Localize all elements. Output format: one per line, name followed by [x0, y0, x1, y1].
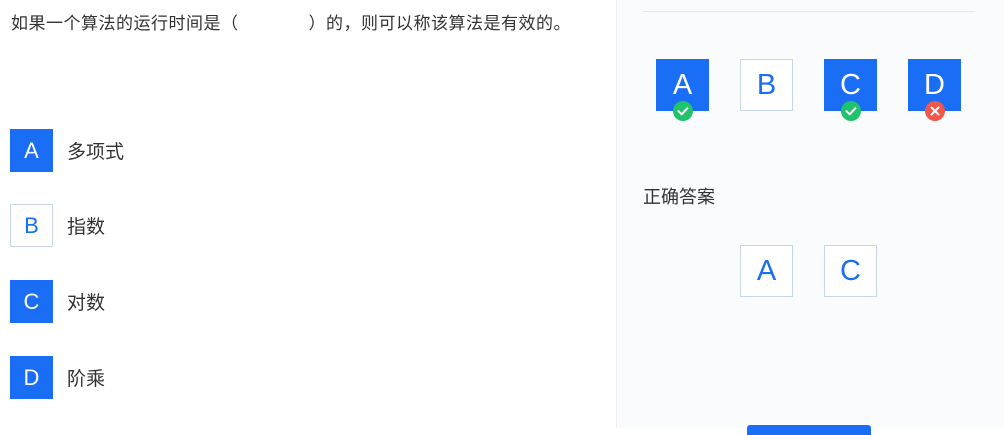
- check-icon: [672, 101, 693, 121]
- option-letter[interactable]: A: [10, 129, 53, 172]
- correct-answer-letter: C: [840, 254, 861, 287]
- cross-icon: [924, 101, 945, 121]
- divider: [643, 11, 975, 12]
- user-answer-letter: C: [840, 68, 861, 101]
- option-text: 多项式: [67, 141, 125, 163]
- question-text-before: 如果一个算法的运行时间是（: [11, 14, 239, 34]
- correct-answer-a: A: [740, 245, 793, 297]
- option-a[interactable]: A 多项式: [10, 129, 124, 172]
- question-pane: 如果一个算法的运行时间是（ ）的，则可以称该算法是有效的。 A 多项式 B 指数 …: [0, 0, 616, 428]
- correct-answer-letter: A: [756, 254, 777, 287]
- option-letter[interactable]: C: [10, 280, 53, 323]
- user-answer-a: A: [656, 59, 709, 121]
- option-text: 阶乘: [67, 368, 106, 390]
- option-c[interactable]: C 对数: [10, 280, 105, 323]
- user-answer-c: C: [824, 59, 877, 121]
- answer-pane: A B C D 正确答案 A C: [616, 0, 1004, 435]
- correct-answer-c: C: [824, 245, 877, 297]
- user-answer-b: B: [740, 59, 793, 111]
- question-text-after: ）的，则可以称该算法是有效的。: [308, 14, 571, 34]
- option-text: 对数: [67, 292, 106, 314]
- correct-answer-title: 正确答案: [643, 187, 715, 208]
- check-icon: [840, 101, 861, 121]
- user-answer-letter: D: [924, 68, 945, 101]
- option-b[interactable]: B 指数: [10, 204, 105, 247]
- option-letter[interactable]: B: [10, 204, 53, 247]
- user-answer-d: D: [908, 59, 961, 121]
- option-letter[interactable]: D: [10, 356, 53, 399]
- option-d[interactable]: D 阶乘: [10, 356, 105, 399]
- bottom-action-button[interactable]: [747, 425, 871, 435]
- user-answer-letter: A: [672, 68, 693, 101]
- question-text: 如果一个算法的运行时间是（ ）的，则可以称该算法是有效的。: [11, 12, 571, 36]
- option-text: 指数: [67, 216, 106, 238]
- user-answer-letter: B: [756, 68, 777, 101]
